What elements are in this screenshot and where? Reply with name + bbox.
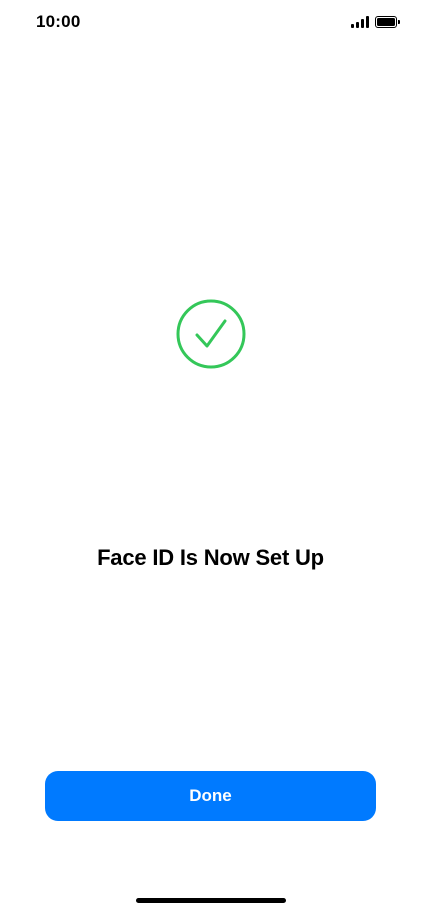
- page-title: Face ID Is Now Set Up: [97, 545, 324, 570]
- battery-icon: [375, 16, 400, 28]
- home-indicator[interactable]: [136, 898, 286, 903]
- cellular-signal-icon: [351, 16, 369, 28]
- status-time: 10:00: [36, 12, 81, 31]
- status-icons: [351, 14, 400, 30]
- done-button[interactable]: Done: [45, 771, 376, 821]
- status-bar: 10:00: [0, 0, 421, 46]
- checkmark-circle-icon: [175, 298, 247, 370]
